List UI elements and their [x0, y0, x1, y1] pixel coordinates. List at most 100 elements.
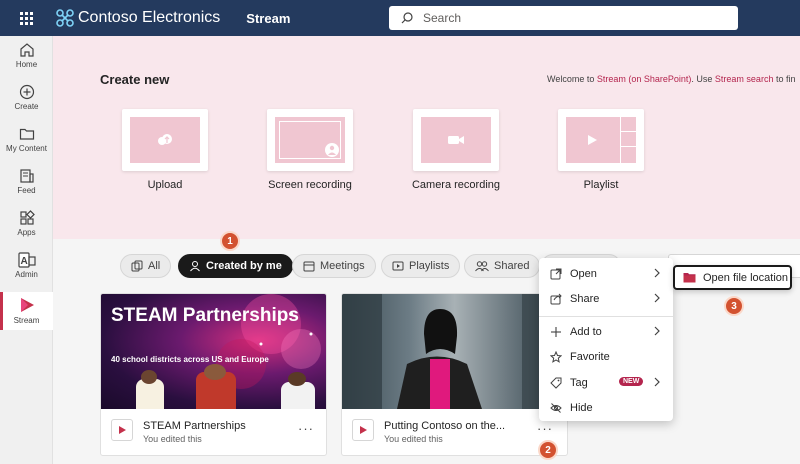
video-meta-contoso: Putting Contoso on the... You edited thi… [342, 409, 567, 455]
stream-icon [20, 298, 34, 312]
menu-item-share[interactable]: Share [539, 288, 673, 310]
child-head [141, 370, 157, 384]
camera-recording-card-image [421, 117, 491, 163]
screen-recording-card[interactable] [267, 109, 353, 171]
stream-sharepoint-link[interactable]: Stream (on SharePoint) [597, 74, 692, 84]
calendar-icon [303, 261, 315, 272]
screen-recording-card-image [275, 117, 345, 163]
left-rail: Home Create My Content Feed Apps A Admin… [0, 36, 53, 464]
people-icon [475, 261, 489, 272]
video-camera-icon [448, 136, 464, 144]
rail-label-my-content: My Content [6, 144, 47, 153]
person-icon [325, 143, 339, 157]
upload-label: Upload [147, 179, 183, 191]
welcome-prefix: Welcome to [547, 74, 597, 84]
menu-item-hide[interactable]: Hide [539, 397, 673, 419]
rail-item-stream[interactable]: Stream [0, 292, 53, 330]
rail-item-create[interactable]: Create [0, 84, 53, 120]
video-subtitle: You edited this [384, 434, 443, 444]
search-input[interactable]: Search [423, 11, 461, 25]
stream-search-link[interactable]: Stream search [715, 74, 774, 84]
filter-shared[interactable]: Shared [464, 254, 541, 278]
menu-item-open[interactable]: Open [539, 263, 673, 285]
eye-off-icon [550, 403, 562, 413]
child-head [204, 364, 226, 380]
search-icon [401, 12, 413, 24]
create-new-title: Create new [100, 72, 170, 87]
upload-card[interactable] [122, 109, 208, 171]
rail-label-stream: Stream [13, 316, 40, 325]
app-launcher-button[interactable] [0, 0, 52, 36]
filter-all[interactable]: All [120, 254, 172, 278]
app-name[interactable]: Stream [246, 11, 290, 26]
top-bar: Contoso Electronics Stream Search [0, 0, 800, 36]
admin-icon: A [17, 252, 36, 268]
brand-name: Contoso Electronics [78, 9, 221, 26]
video-card-contoso[interactable]: Putting Contoso on the... You edited thi… [341, 293, 568, 456]
menu-divider [539, 316, 673, 317]
rail-label-feed: Feed [17, 186, 36, 195]
video-thumbnail-contoso[interactable] [342, 294, 567, 409]
chevron-right-icon [654, 268, 660, 278]
star-icon [550, 351, 562, 363]
video-meta-steam: STEAM Partnerships You edited this ··· [101, 409, 326, 455]
more-options-button[interactable]: ··· [298, 421, 314, 436]
callout-badge-1: 1 [220, 231, 240, 251]
filter-all-label: All [148, 260, 161, 272]
search-box[interactable]: Search [389, 6, 738, 30]
playlist-card[interactable] [558, 109, 644, 171]
menu-item-add-to[interactable]: Add to [539, 321, 673, 343]
filter-playlists-label: Playlists [409, 260, 450, 272]
menu-item-open-label: Open [570, 268, 597, 280]
apps-icon [19, 210, 35, 225]
video-thumbnail-steam[interactable]: STEAM Partnerships 40 school districts a… [101, 294, 326, 409]
rail-item-feed[interactable]: Feed [0, 168, 53, 204]
menu-item-favorite[interactable]: Favorite [539, 346, 673, 368]
child-head [288, 372, 306, 386]
rail-item-home[interactable]: Home [0, 42, 53, 78]
rail-item-admin[interactable]: A Admin [0, 252, 53, 288]
upload-card-image [130, 117, 200, 163]
filter-created-by-me[interactable]: Created by me [178, 254, 293, 278]
upload-icon [158, 134, 172, 145]
playlist-icon [392, 261, 404, 271]
filter-created-by-me-label: Created by me [206, 260, 282, 272]
menu-item-tag-label: Tag [570, 377, 588, 389]
person-icon [190, 261, 200, 272]
more-options-button[interactable]: ··· [537, 421, 553, 436]
plus-circle-icon [19, 84, 34, 100]
contoso-logo-icon [56, 9, 74, 27]
child-figure [281, 382, 315, 409]
play-icon [588, 135, 597, 145]
camera-recording-card[interactable] [413, 109, 499, 171]
waffle-icon [19, 11, 33, 25]
callout-badge-2: 2 [538, 440, 558, 460]
menu-item-tag[interactable]: Tag NEW [539, 372, 673, 394]
menu-item-favorite-label: Favorite [570, 351, 610, 363]
layers-icon [131, 260, 143, 272]
video-title[interactable]: STEAM Partnerships [143, 420, 246, 432]
thumbnail-subtitle: 40 school districts across US and Europe [111, 355, 269, 364]
video-card-steam[interactable]: STEAM Partnerships 40 school districts a… [100, 293, 327, 456]
menu-item-share-label: Share [570, 293, 600, 305]
screen-recording-label: Screen recording [268, 179, 352, 191]
video-type-icon [111, 419, 133, 441]
brand[interactable]: Contoso Electronics [56, 9, 220, 27]
new-badge: NEW [619, 377, 644, 386]
filter-playlists[interactable]: Playlists [381, 254, 461, 278]
open-file-location-menu-item[interactable]: Open file location [673, 265, 792, 290]
video-title[interactable]: Putting Contoso on the... [384, 420, 505, 432]
play-icon [360, 426, 367, 434]
thumbnail-title: STEAM Partnerships [111, 305, 299, 326]
filter-shared-label: Shared [494, 260, 530, 272]
video-subtitle: You edited this [143, 434, 202, 444]
menu-item-hide-label: Hide [570, 402, 593, 414]
playlist-card-image [566, 117, 636, 163]
rail-item-apps[interactable]: Apps [0, 210, 53, 246]
filter-meetings[interactable]: Meetings [292, 254, 376, 278]
welcome-mid: . Use [691, 74, 715, 84]
chevron-right-icon [654, 377, 660, 387]
rail-item-my-content[interactable]: My Content [0, 126, 53, 162]
chevron-right-icon [654, 326, 660, 336]
context-menu: Open Share Add to Favorite Tag NEW Hide [539, 258, 673, 421]
